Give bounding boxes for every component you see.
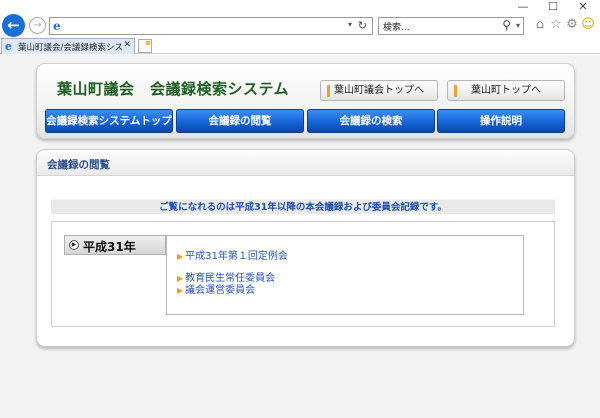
forward-arrow-icon[interactable]: →: [29, 17, 46, 34]
smiley-icon[interactable]: ☺: [580, 17, 596, 33]
link-marker-icon: [454, 85, 457, 97]
nav-system-top-button[interactable]: 会議録検索システムトップ: [45, 109, 173, 133]
back-arrow-icon[interactable]: ←: [2, 14, 25, 37]
close-window-button[interactable]: ✕: [568, 1, 598, 13]
search-dropdown-icon[interactable]: ▾: [516, 21, 520, 30]
town-top-link-label: 葉山町トップへ: [471, 85, 541, 96]
content-header: 会議録の閲覧: [37, 150, 574, 176]
meeting-link-label: 議会運営委員会: [185, 285, 256, 296]
site-title: 葉山町議会 会議録検索システム: [57, 80, 290, 98]
circle-arrow-icon: ▶: [69, 240, 79, 250]
content-panel: 会議録の閲覧 ご覧になれるのは平成31年以降の本会議録および委員会記録です。 ▶…: [36, 149, 575, 347]
minimize-button[interactable]: —: [508, 1, 538, 13]
site-header: 葉山町議会 会議録検索システム 葉山町議会トップへ 葉山町トップへ 会議録検索シ…: [36, 63, 575, 139]
browser-toolbar: ← → e ▾ ↻ 検索... ⚲ ▾ ⌂ ☆ ⚙ ☺: [0, 14, 600, 38]
meeting-list: ▶ 平成31年第１回定例会 ▶ 教育民生常任委員会 ▶ 議会運営委員会: [166, 235, 524, 315]
gear-icon[interactable]: ⚙: [564, 17, 580, 33]
new-tab-button[interactable]: [138, 39, 152, 53]
nav-browse-button[interactable]: 会議録の閲覧: [176, 109, 304, 133]
address-bar[interactable]: e ▾ ↻: [49, 17, 373, 35]
search-input[interactable]: 検索... ⚲ ▾: [378, 17, 524, 35]
page-viewport: 葉山町議会 会議録検索システム 葉山町議会トップへ 葉山町トップへ 会議録検索シ…: [0, 55, 600, 418]
year-label: 平成31年: [83, 240, 136, 254]
link-marker-icon: [327, 85, 330, 97]
ie-logo-icon: e: [5, 40, 12, 53]
refresh-icon[interactable]: ↻: [358, 19, 367, 32]
window-titlebar: — ☐ ✕: [0, 0, 600, 14]
meeting-link-label: 平成31年第１回定例会: [185, 251, 288, 262]
ie-logo-icon: e: [53, 19, 61, 33]
nav-search-button[interactable]: 会議録の検索: [307, 109, 435, 133]
search-icon[interactable]: ⚲: [502, 18, 511, 32]
home-icon[interactable]: ⌂: [532, 17, 548, 33]
tab-strip: e 葉山町議会/会議録検索シス... ✕: [0, 38, 600, 54]
close-tab-icon[interactable]: ✕: [123, 40, 131, 50]
search-placeholder: 検索...: [383, 23, 410, 33]
notice-text: ご覧になれるのは平成31年以降の本会議録および委員会記録です。: [51, 199, 555, 214]
address-dropdown-icon[interactable]: ▾: [348, 20, 352, 29]
meeting-link[interactable]: ▶ 議会運営委員会: [177, 281, 255, 296]
tab-title: 葉山町議会/会議録検索シス...: [18, 43, 122, 53]
assembly-top-link-label: 葉山町議会トップへ: [334, 85, 424, 96]
meeting-link[interactable]: ▶ 平成31年第１回定例会: [177, 247, 288, 262]
browse-frame: ▶ 平成31年 ▶ 平成31年第１回定例会 ▶ 教育民生常任委員会 ▶ 議会運営委員会: [51, 221, 555, 327]
assembly-top-link[interactable]: 葉山町議会トップへ: [320, 80, 438, 101]
year-tab[interactable]: ▶ 平成31年: [64, 235, 166, 255]
triangle-arrow-icon: ▶: [177, 252, 184, 261]
tab-active[interactable]: e 葉山町議会/会議録検索シス... ✕: [1, 38, 135, 54]
town-top-link[interactable]: 葉山町トップへ: [447, 80, 565, 101]
triangle-arrow-icon: ▶: [177, 286, 184, 295]
maximize-button[interactable]: ☐: [538, 1, 568, 13]
section-title: 会議録の閲覧: [47, 159, 110, 171]
star-icon[interactable]: ☆: [548, 17, 564, 33]
nav-help-button[interactable]: 操作説明: [437, 109, 565, 133]
